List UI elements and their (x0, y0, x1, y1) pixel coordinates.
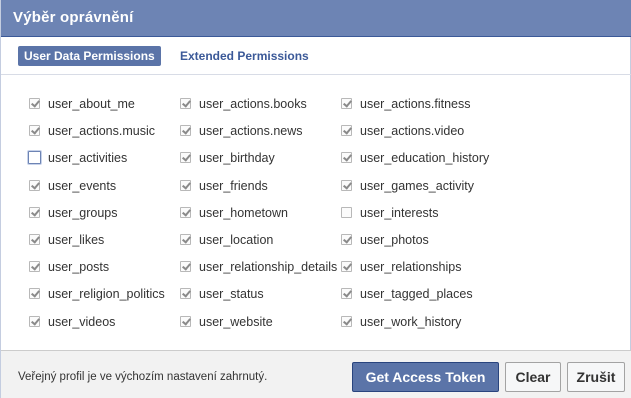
permission-checkbox[interactable] (180, 261, 191, 272)
permission-checkbox[interactable] (341, 234, 352, 245)
permission-label: user_actions.video (360, 124, 465, 138)
permission-label: user_posts (48, 260, 110, 274)
clear-button[interactable]: Clear (505, 362, 561, 392)
permission-checkbox[interactable] (29, 234, 40, 245)
permission-label: user_website (199, 315, 273, 329)
permission-label: user_friends (199, 179, 268, 193)
permissions-grid: user_about_me user_actions.books user_acti… (28, 94, 619, 344)
permission-label: user_actions.fitness (360, 97, 471, 111)
dialog-titlebar: Výběr oprávnění (1, 0, 631, 37)
permission-label: user_photos (360, 233, 429, 247)
permission-checkbox[interactable] (341, 125, 352, 136)
permission-checkbox[interactable] (180, 288, 191, 299)
permission-checkbox[interactable] (341, 207, 352, 218)
permission-checkbox[interactable] (341, 261, 352, 272)
permission-label: user_birthday (199, 151, 275, 165)
get-access-token-button[interactable]: Get Access Token (352, 362, 499, 392)
permission-checkbox[interactable] (180, 316, 191, 327)
permission-checkbox[interactable] (341, 288, 352, 299)
permission-checkbox[interactable] (341, 98, 352, 109)
permission-checkbox[interactable] (29, 98, 40, 109)
permission-label: user_likes (48, 233, 105, 247)
permission-checkbox[interactable] (29, 207, 40, 218)
permission-checkbox[interactable] (28, 151, 41, 164)
permission-checkbox[interactable] (29, 316, 40, 327)
permission-label: user_about_me (48, 97, 135, 111)
permission-checkbox[interactable] (180, 180, 191, 191)
permission-label: user_work_history (360, 315, 462, 329)
permission-checkbox[interactable] (180, 207, 191, 218)
permission-label: user_groups (48, 206, 118, 220)
permission-tabs: User Data Permissions Extended Permissio… (1, 37, 631, 75)
permission-label: user_education_history (360, 151, 490, 165)
cancel-button[interactable]: Zrušit (567, 362, 625, 392)
permission-checkbox[interactable] (180, 125, 191, 136)
permission-label: user_events (48, 179, 117, 193)
dialog-footer: Veřejný profil je ve výchozím nastavení … (1, 350, 631, 398)
permission-checkbox[interactable] (341, 180, 352, 191)
permission-label: user_hometown (199, 206, 288, 220)
tab-user-data-permissions[interactable]: User Data Permissions (18, 46, 161, 66)
permission-label: user_activities (48, 151, 128, 165)
permission-checkbox[interactable] (29, 288, 40, 299)
permission-checkbox[interactable] (341, 152, 352, 163)
tab-extended-permissions[interactable]: Extended Permissions (174, 46, 315, 66)
permission-label: user_relationship_details (199, 260, 338, 274)
permission-checkbox[interactable] (341, 316, 352, 327)
permission-checkbox[interactable] (180, 98, 191, 109)
permissions-dialog: Výběr oprávnění User Data Permissions Ex… (0, 0, 631, 398)
permission-label: user_interests (360, 206, 439, 220)
permission-checkbox[interactable] (29, 125, 40, 136)
permission-label: user_videos (48, 315, 116, 329)
permission-checkbox[interactable] (180, 152, 191, 163)
permission-checkbox[interactable] (29, 261, 40, 272)
permission-label: user_games_activity (360, 179, 474, 193)
permission-label: user_actions.books (199, 97, 307, 111)
permission-label: user_religion_politics (48, 287, 165, 301)
permission-label: user_status (199, 287, 264, 301)
permission-label: user_actions.news (199, 124, 303, 138)
dialog-title: Výběr oprávnění (13, 9, 134, 26)
permission-checkbox[interactable] (29, 180, 40, 191)
permission-label: user_actions.music (48, 124, 155, 138)
permission-label: user_relationships (360, 260, 462, 274)
permission-label: user_location (199, 233, 274, 247)
permission-checkbox[interactable] (180, 234, 191, 245)
permission-label: user_tagged_places (360, 287, 473, 301)
public-profile-note: Veřejný profil je ve výchozím nastavení … (18, 371, 268, 383)
